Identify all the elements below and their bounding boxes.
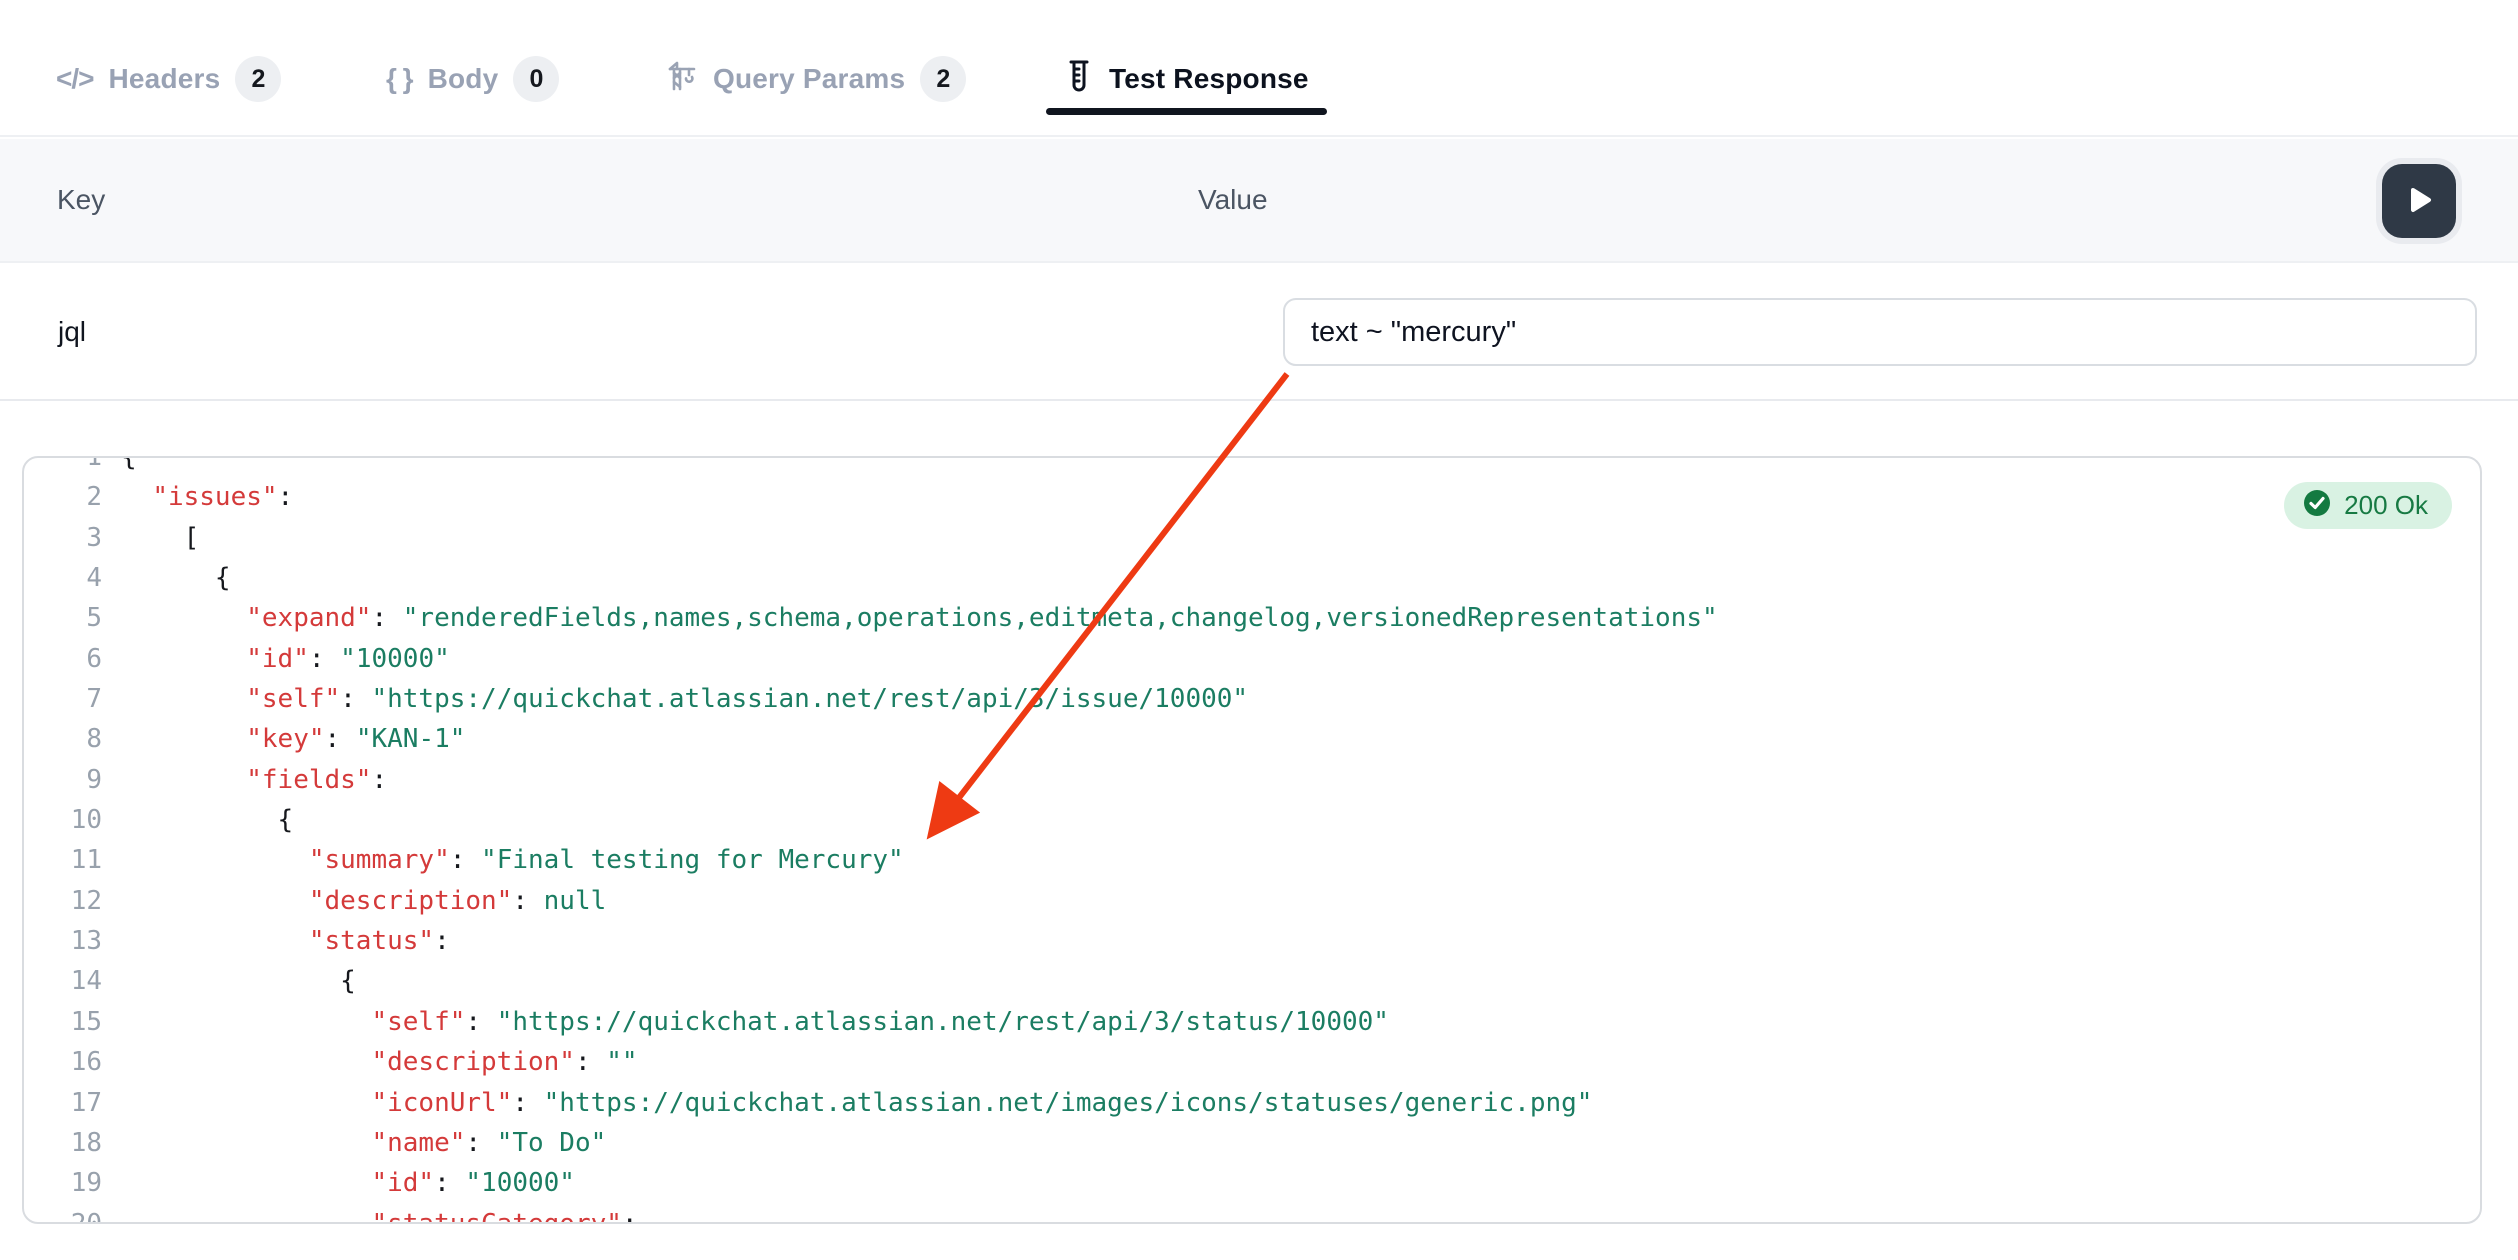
code-line: 6 "id": "10000" <box>24 639 2480 679</box>
code-line: 15 "self": "https://quickchat.atlassian.… <box>24 1002 2480 1042</box>
line-number: 11 <box>24 840 102 880</box>
code-line: 2 "issues": <box>24 477 2480 517</box>
code-line: 16 "description": "" <box>24 1042 2480 1082</box>
line-number: 5 <box>24 598 102 638</box>
tab-query-params-label: Query Params <box>713 63 905 95</box>
line-number: 15 <box>24 1002 102 1042</box>
line-number: 10 <box>24 800 102 840</box>
line-number: 9 <box>24 760 102 800</box>
param-row-jql: jql <box>0 265 2518 401</box>
api-request-panel: </> Headers 2 { } Body 0 Query Pa <box>0 0 2518 1260</box>
code-line: 1{ <box>24 456 2480 477</box>
code-line: 10 { <box>24 800 2480 840</box>
line-number: 14 <box>24 961 102 1001</box>
line-number: 16 <box>24 1042 102 1082</box>
check-circle-icon <box>2302 488 2332 523</box>
body-count-badge: 0 <box>513 56 559 102</box>
code-slash-icon: </> <box>56 63 93 95</box>
tab-test-response[interactable]: Test Response <box>1046 48 1327 110</box>
code-line: 5 "expand": "renderedFields,names,schema… <box>24 598 2480 638</box>
line-number: 13 <box>24 921 102 961</box>
line-number: 2 <box>24 477 102 517</box>
code-line: 19 "id": "10000" <box>24 1163 2480 1203</box>
run-request-button[interactable] <box>2382 164 2456 238</box>
headers-count-badge: 2 <box>235 56 281 102</box>
response-json-viewer[interactable]: 1{2 "issues":3 [4 {5 "expand": "rendered… <box>22 456 2482 1224</box>
curly-braces-icon: { } <box>386 63 413 95</box>
tab-headers-label: Headers <box>108 63 220 95</box>
code-line: 8 "key": "KAN-1" <box>24 719 2480 759</box>
params-table-header: Key Value <box>0 139 2518 263</box>
code-line: 12 "description": null <box>24 881 2480 921</box>
code-line: 11 "summary": "Final testing for Mercury… <box>24 840 2480 880</box>
value-column-header: Value <box>1198 139 1268 261</box>
param-key-label: jql <box>58 265 86 399</box>
code-line: 13 "status": <box>24 921 2480 961</box>
line-number: 4 <box>24 558 102 598</box>
line-number: 8 <box>24 719 102 759</box>
code-line: 14 { <box>24 961 2480 1001</box>
line-number: 12 <box>24 881 102 921</box>
code-line: 3 [ <box>24 518 2480 558</box>
code-line: 4 { <box>24 558 2480 598</box>
tab-test-response-label: Test Response <box>1109 63 1309 95</box>
line-number: 7 <box>24 679 102 719</box>
json-code-content: 1{2 "issues":3 [4 {5 "expand": "rendered… <box>24 456 2480 1224</box>
tab-headers[interactable]: </> Headers 2 <box>56 48 281 110</box>
request-tab-bar: </> Headers 2 { } Body 0 Query Pa <box>0 0 2518 137</box>
code-line: 18 "name": "To Do" <box>24 1123 2480 1163</box>
crane-icon <box>666 61 698 98</box>
line-number: 17 <box>24 1083 102 1123</box>
test-tube-icon <box>1064 58 1094 101</box>
status-badge: 200 Ok <box>2284 482 2452 529</box>
query-params-count-badge: 2 <box>920 56 966 102</box>
line-number: 6 <box>24 639 102 679</box>
key-column-header: Key <box>57 139 105 261</box>
line-number: 3 <box>24 518 102 558</box>
param-value-input[interactable] <box>1283 298 2477 366</box>
code-line: 20 "statusCategory": <box>24 1204 2480 1224</box>
play-icon <box>2404 185 2434 218</box>
tab-body[interactable]: { } Body 0 <box>386 48 559 110</box>
line-number: 20 <box>24 1204 102 1224</box>
tab-query-params[interactable]: Query Params 2 <box>666 48 966 110</box>
status-code-text: 200 Ok <box>2344 490 2428 521</box>
code-line: 7 "self": "https://quickchat.atlassian.n… <box>24 679 2480 719</box>
line-number: 18 <box>24 1123 102 1163</box>
line-number: 19 <box>24 1163 102 1203</box>
code-line: 9 "fields": <box>24 760 2480 800</box>
line-number: 1 <box>24 456 102 477</box>
code-line: 17 "iconUrl": "https://quickchat.atlassi… <box>24 1083 2480 1123</box>
tab-body-label: Body <box>428 63 499 95</box>
